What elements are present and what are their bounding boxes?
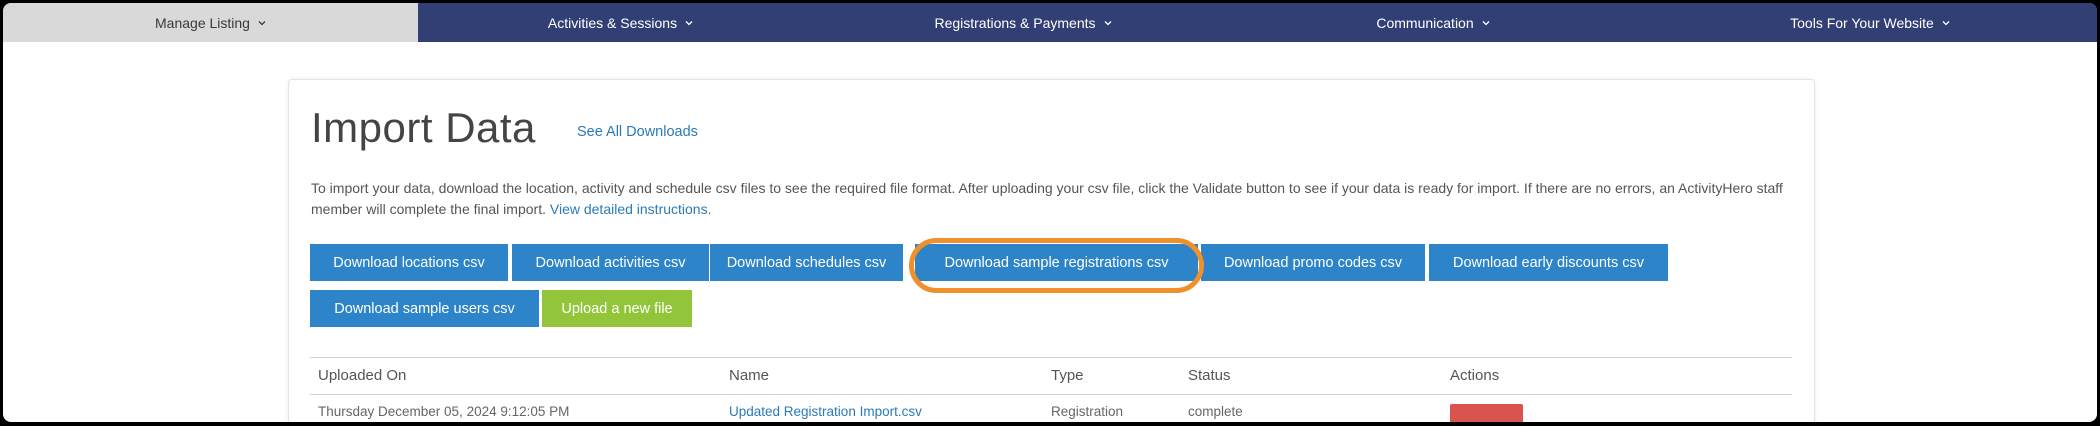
- download-promo-codes-button[interactable]: Download promo codes csv: [1201, 244, 1425, 281]
- nav-item-label: Manage Listing: [155, 14, 250, 31]
- column-header-type: Type: [1051, 367, 1084, 384]
- cell-type: Registration: [1051, 404, 1124, 419]
- app-window: Manage Listing Activities & Sessions Reg…: [3, 3, 2097, 422]
- nav-item-registrations-payments[interactable]: Registrations & Payments: [823, 3, 1223, 42]
- download-early-discounts-button[interactable]: Download early discounts csv: [1429, 244, 1668, 281]
- chevron-down-icon: [258, 19, 266, 27]
- intro-paragraph: To import your data, download the locati…: [311, 178, 1811, 220]
- nav-item-label: Tools For Your Website: [1790, 14, 1934, 31]
- chevron-down-icon: [1942, 19, 1950, 27]
- intro-text: To import your data, download the locati…: [311, 180, 1783, 217]
- nav-item-communication[interactable]: Communication: [1223, 3, 1643, 42]
- top-nav: Manage Listing Activities & Sessions Reg…: [3, 3, 2097, 42]
- delete-button[interactable]: [1450, 404, 1523, 422]
- highlight-ring: [909, 238, 1204, 293]
- see-all-downloads-link[interactable]: See All Downloads: [577, 124, 698, 140]
- chevron-down-icon: [1482, 19, 1490, 27]
- chevron-down-icon: [685, 19, 693, 27]
- chevron-down-icon: [1104, 19, 1112, 27]
- column-header-status: Status: [1188, 367, 1231, 384]
- download-sample-users-button[interactable]: Download sample users csv: [310, 290, 539, 327]
- cell-uploaded-on: Thursday December 05, 2024 9:12:05 PM: [318, 404, 570, 419]
- download-activities-button[interactable]: Download activities csv: [512, 244, 709, 281]
- column-header-name: Name: [729, 367, 770, 384]
- page-title: Import Data: [311, 104, 536, 151]
- nav-item-manage-listing[interactable]: Manage Listing: [3, 3, 418, 42]
- cell-status: complete: [1188, 404, 1243, 419]
- nav-item-activities-sessions[interactable]: Activities & Sessions: [418, 3, 823, 42]
- nav-item-tools-website[interactable]: Tools For Your Website: [1643, 3, 2097, 42]
- column-header-actions: Actions: [1450, 367, 1500, 384]
- file-name-link[interactable]: Updated Registration Import.csv: [729, 404, 922, 419]
- column-header-uploaded-on: Uploaded On: [318, 367, 407, 384]
- download-schedules-button[interactable]: Download schedules csv: [710, 244, 903, 281]
- table-top-divider: [310, 357, 1792, 358]
- download-locations-button[interactable]: Download locations csv: [310, 244, 508, 281]
- nav-item-label: Communication: [1376, 14, 1474, 31]
- nav-item-label: Activities & Sessions: [547, 14, 678, 31]
- table-header-divider: [310, 394, 1792, 395]
- nav-item-label: Registrations & Payments: [934, 14, 1096, 31]
- detailed-instructions-link[interactable]: View detailed instructions.: [550, 201, 712, 217]
- upload-new-file-button[interactable]: Upload a new file: [542, 290, 692, 327]
